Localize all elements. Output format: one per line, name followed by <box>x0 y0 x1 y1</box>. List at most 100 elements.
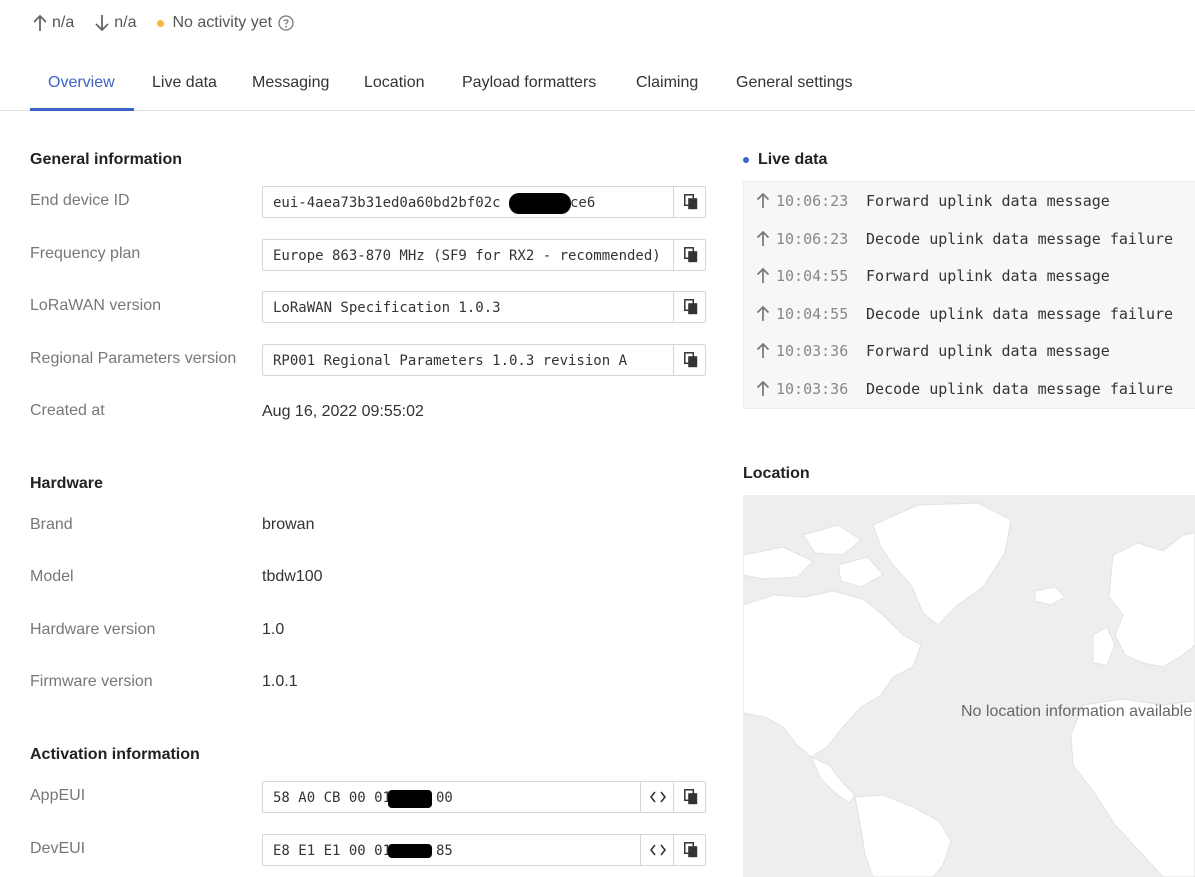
copy-icon <box>683 789 697 805</box>
event-message: Decode uplink data message failure <box>866 380 1174 398</box>
regional-parameters-value: RP001 Regional Parameters 1.0.3 revision… <box>273 353 628 369</box>
frequency-plan-field: Europe 863-870 MHz (SF9 for RX2 - recomm… <box>262 239 706 271</box>
dev-eui-field: E8 E1 E1 00 01 85 <box>262 834 706 866</box>
firmware-version-label: Firmware version <box>30 673 153 690</box>
event-row[interactable]: 10:04:55 Forward uplink data message <box>756 265 1110 287</box>
copy-lorawan-version-button[interactable] <box>673 292 707 322</box>
regional-parameters-field: RP001 Regional Parameters 1.0.3 revision… <box>262 344 706 376</box>
tab-bar: Overview Live data Messaging Location Pa… <box>0 58 1195 111</box>
event-row[interactable]: 10:03:36 Forward uplink data message <box>756 340 1110 362</box>
copy-end-device-id-button[interactable] <box>673 187 707 217</box>
event-message: Forward uplink data message <box>866 192 1110 210</box>
copy-icon <box>683 247 697 263</box>
general-information-heading: General information <box>30 151 183 168</box>
end-device-id-suffix: ce6 <box>570 195 596 211</box>
downlink-count: n/a <box>114 14 137 31</box>
toggle-app-eui-format-button[interactable] <box>640 782 674 812</box>
event-message: Forward uplink data message <box>866 267 1110 285</box>
activity-text: No activity yet <box>172 14 273 31</box>
world-map-graphic <box>743 502 1195 877</box>
code-brackets-icon <box>649 791 666 803</box>
active-tab-indicator <box>30 108 134 111</box>
lorawan-version-value: LoRaWAN Specification 1.0.3 <box>273 300 501 316</box>
arrow-down-icon <box>95 15 109 32</box>
live-data-heading[interactable]: Live data <box>743 151 827 169</box>
tab-location[interactable]: Location <box>364 58 425 110</box>
code-brackets-icon <box>649 844 666 856</box>
tab-messaging[interactable]: Messaging <box>252 58 329 110</box>
arrow-up-icon <box>756 231 770 246</box>
event-time: 10:04:55 <box>776 305 849 323</box>
location-map[interactable]: No location information available <box>743 495 1195 877</box>
hardware-version-value: 1.0 <box>262 621 285 638</box>
copy-icon <box>683 194 697 210</box>
app-eui-label: AppEUI <box>30 787 86 804</box>
event-row[interactable]: 10:06:23 Forward uplink data message <box>756 190 1110 212</box>
event-time: 10:03:36 <box>776 380 849 398</box>
activity-dot-icon <box>156 19 164 27</box>
end-device-id-value: eui-4aea73b31ed0a60bd2bf02c <box>273 195 501 211</box>
end-device-id-label: End device ID <box>30 192 130 209</box>
lorawan-version-field: LoRaWAN Specification 1.0.3 <box>262 291 706 323</box>
hardware-heading: Hardware <box>30 475 103 492</box>
copy-app-eui-button[interactable] <box>673 782 707 812</box>
lorawan-version-label: LoRaWAN version <box>30 297 162 314</box>
frequency-plan-label: Frequency plan <box>30 245 141 262</box>
event-row[interactable]: 10:06:23 Decode uplink data message fail… <box>756 228 1173 250</box>
hardware-version-label: Hardware version <box>30 621 156 638</box>
model-value: tbdw100 <box>262 568 323 585</box>
copy-icon <box>683 299 697 315</box>
event-message: Decode uplink data message failure <box>866 230 1174 248</box>
activity-status: No activity yet <box>156 14 299 32</box>
tab-claiming[interactable]: Claiming <box>636 58 698 110</box>
uplink-count: n/a <box>52 14 75 31</box>
tab-payload-formatters[interactable]: Payload formatters <box>462 58 596 110</box>
event-time: 10:03:36 <box>776 342 849 360</box>
event-time: 10:04:55 <box>776 267 849 285</box>
arrow-up-icon <box>756 193 770 208</box>
copy-icon <box>683 352 697 368</box>
arrow-up-icon <box>756 306 770 321</box>
event-message: Forward uplink data message <box>866 342 1110 360</box>
copy-frequency-plan-button[interactable] <box>673 240 707 270</box>
status-bar: n/a n/a No activity yet <box>32 12 318 34</box>
redaction-mark <box>388 844 432 858</box>
event-time: 10:06:23 <box>776 230 849 248</box>
toggle-dev-eui-format-button[interactable] <box>640 835 674 865</box>
copy-regional-parameters-button[interactable] <box>673 345 707 375</box>
location-heading: Location <box>743 465 810 482</box>
copy-dev-eui-button[interactable] <box>673 835 707 865</box>
arrow-up-icon <box>756 343 770 358</box>
tab-live-data[interactable]: Live data <box>152 58 217 110</box>
tab-general-settings[interactable]: General settings <box>736 58 853 110</box>
uplink-status: n/a <box>32 14 74 32</box>
created-at-value: Aug 16, 2022 09:55:02 <box>262 403 424 420</box>
copy-icon <box>683 842 697 858</box>
created-at-label: Created at <box>30 402 105 419</box>
frequency-plan-value: Europe 863-870 MHz (SF9 for RX2 - recomm… <box>273 248 661 264</box>
redaction-mark <box>509 193 571 214</box>
arrow-up-icon <box>33 14 47 31</box>
activation-information-heading: Activation information <box>30 746 200 763</box>
redaction-mark <box>388 790 432 808</box>
app-eui-suffix: 00 <box>436 790 453 806</box>
help-circle-icon[interactable] <box>278 15 294 31</box>
event-message: Decode uplink data message failure <box>866 305 1174 323</box>
brand-label: Brand <box>30 516 73 533</box>
arrow-up-icon <box>756 381 770 396</box>
dev-eui-suffix: 85 <box>436 843 453 859</box>
live-data-panel[interactable]: 10:06:23 Forward uplink data message 10:… <box>743 181 1195 409</box>
firmware-version-value: 1.0.1 <box>262 673 298 690</box>
regional-parameters-label: Regional Parameters version <box>30 350 237 367</box>
tab-overview[interactable]: Overview <box>48 58 115 110</box>
downlink-status: n/a <box>94 14 137 32</box>
app-eui-value: 58 A0 CB 00 01 <box>273 790 392 806</box>
event-row[interactable]: 10:03:36 Decode uplink data message fail… <box>756 378 1173 400</box>
event-row[interactable]: 10:04:55 Decode uplink data message fail… <box>756 303 1173 325</box>
brand-value: browan <box>262 516 315 533</box>
live-data-title: Live data <box>758 151 828 168</box>
app-eui-field: 58 A0 CB 00 01 00 <box>262 781 706 813</box>
arrow-up-icon <box>756 268 770 283</box>
event-time: 10:06:23 <box>776 192 849 210</box>
model-label: Model <box>30 568 74 585</box>
